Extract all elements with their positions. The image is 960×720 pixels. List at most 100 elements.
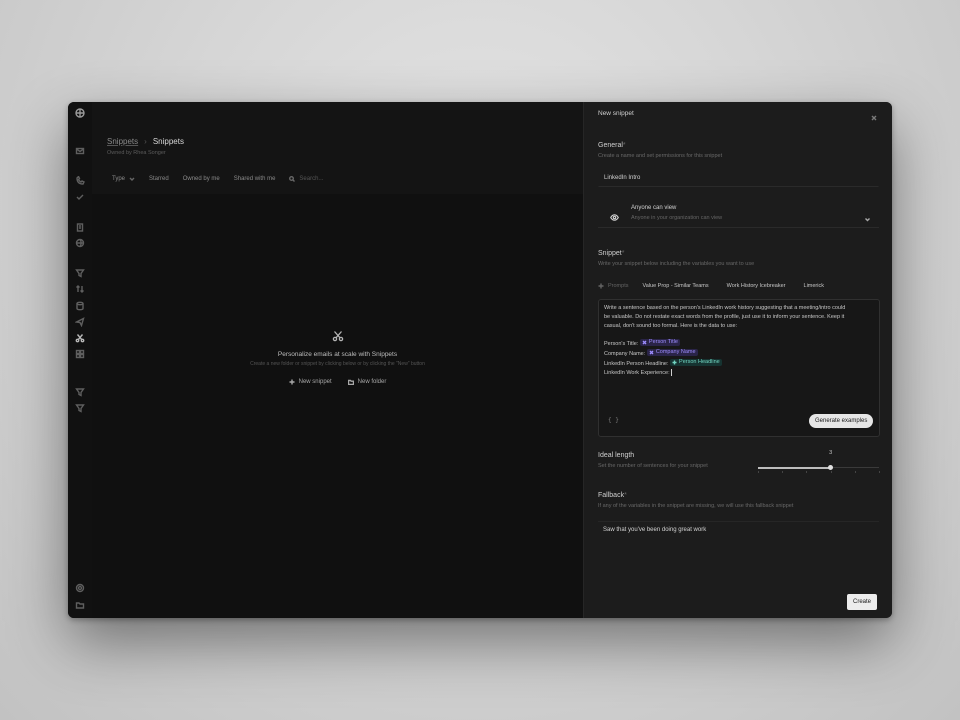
globe-icon[interactable] xyxy=(75,238,85,248)
empty-state-title: Personalize emails at scale with Snippet… xyxy=(277,351,398,358)
new-folder-button[interactable]: New folder xyxy=(347,379,387,385)
variable-icon xyxy=(642,340,647,345)
permission-subtitle: Anyone in your organization can view xyxy=(631,215,723,221)
variable-chip[interactable]: Person Title xyxy=(639,339,680,347)
slider-tick xyxy=(782,471,784,473)
linkedin-variable-icon xyxy=(672,360,677,365)
logo-icon[interactable] xyxy=(75,108,85,118)
new-snippet-label: New snippet xyxy=(298,379,332,385)
variable-chip-label: Person Title xyxy=(648,339,678,346)
search-icon xyxy=(289,176,296,182)
editor-var-line: LinkedIn Person Headline: Person Headlin… xyxy=(604,358,874,369)
slider-handle[interactable] xyxy=(828,465,834,470)
owned-filter[interactable]: Owned by me xyxy=(183,176,220,182)
filter-icon[interactable] xyxy=(75,268,85,278)
variable-icon xyxy=(649,350,654,355)
app-window: Snippets › Snippets Owned by Rhea Songer… xyxy=(68,102,892,618)
slider-tick xyxy=(830,471,832,473)
length-section-title: Ideal length xyxy=(598,452,635,459)
breadcrumb-separator: › xyxy=(144,137,147,146)
search-input[interactable]: Search... xyxy=(289,176,323,182)
new-snippet-panel: New snippet General* Create a name and s… xyxy=(583,102,892,618)
general-section-subtitle: Create a name and set permissions for th… xyxy=(598,153,723,159)
general-title-text: General xyxy=(598,142,623,149)
fallback-title-text: Fallback xyxy=(598,492,625,499)
folder-icon[interactable] xyxy=(75,600,85,610)
prompts-label-text: Prompts xyxy=(608,283,629,289)
empty-state-actions: New snippet New folder xyxy=(92,379,583,385)
arrows-icon[interactable] xyxy=(75,284,85,294)
icon-rail xyxy=(68,102,92,618)
slider-value: 3 xyxy=(829,450,833,456)
new-snippet-button[interactable]: New snippet xyxy=(289,379,332,385)
editor-line: Write a sentence based on the person's L… xyxy=(604,305,846,311)
slider-fill xyxy=(758,467,831,469)
type-filter[interactable]: Type xyxy=(112,176,135,182)
eye-icon xyxy=(610,209,619,221)
inbox-icon[interactable] xyxy=(75,146,85,156)
required-marker: * xyxy=(624,492,627,499)
general-section-title: General* xyxy=(598,142,626,149)
phone-icon[interactable] xyxy=(75,176,85,186)
editor-last-line: LinkedIn Work Experience: xyxy=(604,369,670,376)
var-label: LinkedIn Person Headline: xyxy=(604,360,669,367)
prompts-label: Prompts xyxy=(598,283,628,289)
snippets-list-area xyxy=(92,194,583,618)
send-icon[interactable] xyxy=(75,317,85,327)
editor-var-line: Person's Title: Person Title xyxy=(604,339,874,349)
prompt-chip[interactable]: Value Prop - Similar Teams xyxy=(638,281,712,291)
chevron-down-icon xyxy=(864,210,871,222)
variable-chip[interactable]: Person Headline xyxy=(670,358,722,366)
scissors-icon[interactable] xyxy=(75,333,85,343)
funnel-alt-icon[interactable] xyxy=(75,403,85,413)
snippet-name-field[interactable]: LinkedIn Intro xyxy=(598,170,879,187)
empty-state: Personalize emails at scale with Snippet… xyxy=(92,329,583,385)
prompt-chip[interactable]: Limerick xyxy=(800,281,828,291)
snippet-editor-body: Write a sentence based on the person's L… xyxy=(604,304,874,377)
var-label: Company Name: xyxy=(604,350,646,357)
generate-examples-button[interactable]: Generate examples xyxy=(809,414,874,428)
permission-select[interactable]: Anyone can view Anyone in your organizat… xyxy=(598,202,879,228)
scissors-icon xyxy=(332,329,344,342)
slider-tick xyxy=(806,471,808,473)
type-filter-label: Type xyxy=(112,176,126,182)
building-icon[interactable] xyxy=(75,222,85,232)
snippet-section-subtitle: Write your snippet below including the v… xyxy=(598,261,755,267)
search-placeholder: Search... xyxy=(299,176,324,182)
check-icon[interactable] xyxy=(75,192,85,202)
var-label: Person's Title: xyxy=(604,341,639,348)
insert-variable-button[interactable]: { } xyxy=(608,417,619,424)
sparkle-icon xyxy=(598,283,604,289)
required-marker: * xyxy=(621,250,625,257)
snippet-title-text: Snippet xyxy=(598,250,622,257)
permission-title: Anyone can view xyxy=(631,205,677,211)
snippet-name-value: LinkedIn Intro xyxy=(604,175,641,181)
length-slider[interactable]: 3 xyxy=(758,450,880,473)
shared-filter[interactable]: Shared with me xyxy=(234,176,276,182)
page-title: Snippets xyxy=(152,137,184,146)
snippet-section-title: Snippet* xyxy=(598,250,624,257)
variable-chip-label: Person Headline xyxy=(679,358,720,365)
fallback-field[interactable]: Saw that you've been doing great work xyxy=(598,521,879,539)
prompt-chip[interactable]: Work History Icebreaker xyxy=(723,281,790,291)
grid-icon[interactable] xyxy=(75,349,85,359)
breadcrumb-parent[interactable]: Snippets xyxy=(107,137,138,146)
fallback-section-subtitle: If any of the variables in the snippet a… xyxy=(598,503,794,509)
variable-chip[interactable]: Company Name xyxy=(646,348,698,356)
funnel-icon[interactable] xyxy=(75,387,85,397)
chevron-down-icon xyxy=(129,177,135,181)
starred-filter[interactable]: Starred xyxy=(149,176,169,182)
new-folder-label: New folder xyxy=(357,379,387,385)
variable-chip-label: Company Name xyxy=(655,348,696,355)
database-icon[interactable] xyxy=(75,301,85,311)
close-icon[interactable] xyxy=(870,109,878,121)
breadcrumb: Snippets › Snippets xyxy=(107,137,184,146)
slider-tick xyxy=(854,471,856,473)
filter-bar: Type Starred Owned by me Shared with me … xyxy=(112,176,323,182)
owner-text: Owned by Rhea Songer xyxy=(107,150,166,156)
create-button[interactable]: Create xyxy=(847,594,878,610)
editor-line: casual, don't sound too formal. Here is … xyxy=(604,322,738,329)
plus-icon xyxy=(289,379,295,385)
snippet-editor[interactable]: Write a sentence based on the person's L… xyxy=(598,299,880,437)
settings-icon[interactable] xyxy=(75,583,85,593)
